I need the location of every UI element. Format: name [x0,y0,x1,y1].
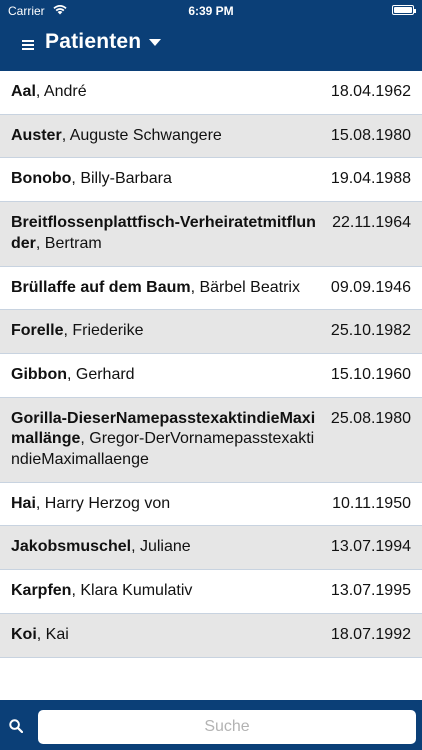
patient-name: Brüllaffe auf dem Baum, Bärbel Beatrix [11,278,331,299]
patient-row[interactable]: Gorilla-DieserNamepasstexaktindieMaximal… [0,397,422,483]
patient-birthdate: 15.08.1980 [330,126,411,144]
patient-birthdate: 18.04.1962 [330,83,411,100]
patient-row[interactable]: Brüllaffe auf dem Baum, Bärbel Beatrix 09… [0,267,422,311]
patient-first-name: , Auguste Schwangere [61,126,222,144]
patient-row[interactable]: Bonobo, Billy-Barbara 19.04.1988 [0,158,422,203]
patient-first-name: , Harry Herzog von [35,494,171,512]
patient-first-name: , Juliane [131,538,191,556]
patient-birthdate: 13.07.1995 [330,582,411,600]
patient-row[interactable]: Hai, Harry Herzog von 10.11.1950 [0,483,422,527]
patient-name: Aal, André [11,82,331,103]
patient-row[interactable]: Jakobsmuschel, Juliane 13.07.1994 [0,526,422,571]
patient-birthdate: 19.04.1988 [330,170,411,188]
patient-row[interactable]: Forelle, Friederike 25.10.1982 [0,310,422,354]
patient-birthdate: 09.09.1946 [330,278,411,296]
patient-row[interactable]: Koi, Kai 18.07.1992 [0,613,422,658]
patient-first-name: , Gerhard [66,365,135,383]
battery-icon [392,5,416,15]
navigation-bar: Carrier 6:39 PM Patienten [0,0,422,71]
patient-last-name: Brüllaffe auf dem Baum [11,278,191,296]
patient-first-name: , André [35,83,87,100]
patient-last-name: Forelle [11,322,64,340]
hamburger-menu-icon[interactable] [22,40,34,50]
patient-name: Jakobsmuschel, Juliane [11,537,331,558]
chevron-down-icon [149,38,162,46]
page-title: Patienten [45,30,142,53]
clock: 6:39 PM [188,4,234,18]
patient-first-name: , Bärbel Beatrix [190,278,300,296]
patient-birthdate: 13.07.1994 [330,538,411,556]
patient-name: Gibbon, Gerhard [11,365,331,386]
patient-first-name: , Bertram [35,234,102,252]
patient-row[interactable]: Gibbon, Gerhard 15.10.1960 [0,354,422,398]
patient-row[interactable]: Auster, Auguste Schwangere 15.08.1980 [0,114,422,159]
title-dropdown[interactable]: Patienten [45,30,162,54]
patient-name: Gorilla-DieserNamepasstexaktindieMaximal… [11,409,331,471]
patient-first-name: , Friederike [63,322,144,340]
patient-row[interactable]: Karpfen, Klara Kumulativ 13.07.1995 [0,570,422,614]
patient-last-name: Jakobsmuschel [11,538,132,556]
patient-name: Breitflossenplattfisch-Verheiratetmitflu… [11,213,332,254]
patient-birthdate: 25.08.1980 [330,409,411,427]
patient-row[interactable]: Breitflossenplattfisch-Verheiratetmitflu… [0,202,422,267]
patient-last-name: Aal [11,83,36,100]
patient-last-name: Karpfen [11,582,72,600]
status-bar: Carrier 6:39 PM [0,0,422,22]
patient-first-name: , Klara Kumulativ [71,582,193,600]
patient-name: Koi, Kai [11,625,331,646]
patient-last-name: Koi [11,625,37,643]
patient-birthdate: 10.11.1950 [332,494,411,512]
patient-birthdate: 18.07.1992 [330,625,411,643]
patient-list: Aal, André 18.04.1962 Auster, Auguste Schw… [0,71,422,700]
patient-first-name: , Kai [36,625,69,643]
patient-last-name: Hai [11,494,36,512]
patient-name: Karpfen, Klara Kumulativ [11,581,331,602]
patient-name: Bonobo, Billy-Barbara [11,169,331,190]
search-bar [0,700,422,750]
search-icon [9,719,23,733]
patient-name: Auster, Auguste Schwangere [11,126,331,147]
patient-last-name: Auster [11,126,62,144]
patient-birthdate: 15.10.1960 [330,365,411,383]
patient-name: Forelle, Friederike [11,321,331,342]
patient-name: Hai, Harry Herzog von [11,494,332,515]
patient-birthdate: 25.10.1982 [330,322,411,340]
patient-first-name: , Billy-Barbara [71,170,172,188]
search-input[interactable] [38,710,416,744]
patient-birthdate: 22.11.1964 [332,214,411,232]
patient-last-name: Gibbon [11,365,67,383]
patient-row[interactable]: Aal, André 18.04.1962 [0,71,422,115]
patient-last-name: Bonobo [11,170,72,188]
